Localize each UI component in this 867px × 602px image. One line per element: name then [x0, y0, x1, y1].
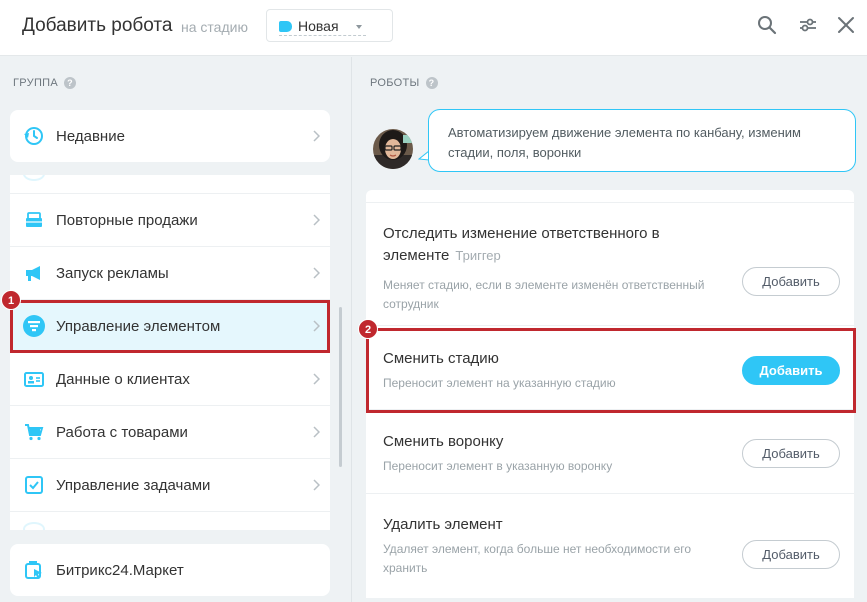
robots-panel: РОБОТЫ? Автоматизируем движение элемента…	[352, 57, 867, 602]
stage-select-underline	[279, 35, 366, 36]
partial-icon	[23, 522, 45, 530]
group-item-label: Повторные продажи	[56, 212, 198, 229]
group-item-label: Данные о клиентах	[56, 371, 190, 388]
client-card-icon	[23, 368, 45, 390]
chevron-right-icon	[313, 478, 321, 491]
close-icon[interactable]	[834, 13, 858, 37]
robot-item-delete-element: Удалить элемент Удаляет элемент, когда б…	[366, 495, 854, 598]
assistant-avatar	[373, 129, 413, 169]
dialog-header: Добавить робота на стадию Новая	[0, 0, 867, 56]
history-icon	[23, 125, 45, 147]
help-icon[interactable]: ?	[64, 77, 76, 90]
robot-description: Меняет стадию, если в элементе изменён о…	[383, 278, 705, 311]
repeat-sales-icon	[23, 209, 45, 231]
groups-heading-text: ГРУППА	[13, 77, 58, 89]
add-robot-button[interactable]: Добавить	[742, 540, 840, 569]
group-item-market[interactable]: Битрикс24.Маркет	[10, 544, 330, 597]
add-robot-button[interactable]: Добавить	[742, 439, 840, 468]
highlight-frame-1	[10, 300, 330, 353]
help-icon[interactable]: ?	[425, 77, 438, 90]
robots-heading-text: РОБОТЫ	[370, 77, 420, 89]
highlight-frame-2	[366, 328, 856, 413]
market-icon	[23, 559, 45, 581]
chevron-right-icon	[313, 129, 321, 142]
robot-description: Переносит элемент в указанную воронку	[383, 459, 613, 473]
group-item-label: Работа с товарами	[56, 424, 188, 441]
callout-badge-2: 2	[358, 319, 378, 339]
groups-scrollbar[interactable]	[339, 307, 342, 467]
partial-icon	[23, 175, 45, 181]
dialog-title: Добавить робота	[22, 15, 173, 36]
group-item-recent[interactable]: Недавние	[10, 110, 330, 163]
group-item-ads[interactable]: Запуск рекламы	[10, 247, 330, 300]
trigger-tag: Триггер	[455, 248, 501, 263]
group-item-label: Запуск рекламы	[56, 265, 169, 282]
robot-title-text: Отследить изменение ответственного в эле…	[383, 225, 660, 264]
recent-card: Недавние	[10, 110, 330, 162]
chevron-right-icon	[313, 425, 321, 438]
add-robot-button[interactable]: Добавить	[742, 267, 840, 296]
chevron-right-icon	[313, 266, 321, 279]
groups-panel: ГРУППА? Недавние Повторные продажи Запус…	[0, 57, 351, 602]
robot-title: Удалить элемент	[383, 516, 503, 533]
dialog-subtitle: на стадию	[181, 19, 248, 35]
stage-select-value: Новая	[298, 18, 339, 34]
stage-select[interactable]: Новая	[266, 9, 393, 42]
assistant-message: Автоматизируем движение элемента по канб…	[448, 125, 801, 160]
group-item-label: Недавние	[56, 128, 125, 145]
group-item-products[interactable]: Работа с товарами	[10, 406, 330, 459]
cart-icon	[23, 421, 45, 443]
search-icon[interactable]	[755, 13, 779, 37]
chevron-right-icon	[313, 372, 321, 385]
chevron-down-icon	[356, 25, 362, 29]
group-item-label: Управление задачами	[56, 477, 211, 494]
task-icon	[23, 474, 45, 496]
groups-heading: ГРУППА?	[13, 77, 76, 90]
robots-heading: РОБОТЫ?	[370, 77, 438, 90]
group-item-repeat-sales[interactable]: Повторные продажи	[10, 194, 330, 247]
group-item-label: Битрикс24.Маркет	[56, 562, 184, 579]
callout-badge-1: 1	[1, 290, 21, 310]
settings-sliders-icon[interactable]	[796, 13, 820, 37]
group-item-client-data[interactable]: Данные о клиентах	[10, 353, 330, 406]
robot-description: Удаляет элемент, когда больше нет необхо…	[383, 542, 692, 575]
robot-title: Сменить воронку	[383, 433, 504, 450]
assistant-speech-bubble: Автоматизируем движение элемента по канб…	[428, 109, 856, 172]
robot-item-change-funnel: Сменить воронку Переносит элемент в указ…	[366, 411, 854, 494]
group-item-tasks[interactable]: Управление задачами	[10, 459, 330, 512]
stage-color-marker	[279, 21, 292, 32]
robot-item-responsible-trigger: Отследить изменение ответственного в эле…	[366, 203, 854, 326]
megaphone-icon	[23, 262, 45, 284]
robot-title: Отследить изменение ответственного в эле…	[383, 223, 703, 267]
chevron-right-icon	[313, 213, 321, 226]
market-card: Битрикс24.Маркет	[10, 544, 330, 596]
